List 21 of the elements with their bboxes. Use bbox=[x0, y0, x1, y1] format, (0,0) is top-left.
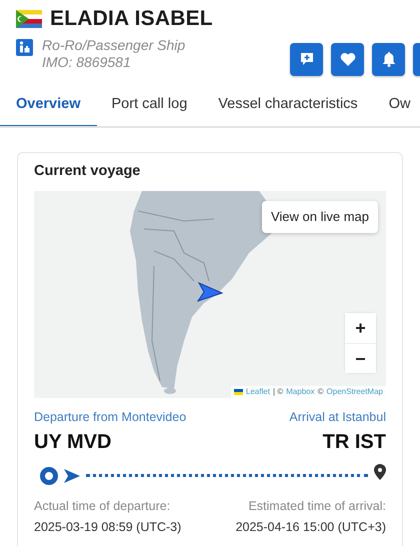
vessel-name: ELADIA ISABEL bbox=[50, 6, 213, 32]
tab[interactable]: Overview bbox=[0, 94, 96, 126]
arrival-label: Arrival at Istanbul bbox=[289, 409, 386, 426]
attribution-text: | © bbox=[272, 386, 284, 398]
imo-number: IMO: 8869581 bbox=[42, 54, 132, 70]
tab[interactable]: Vessel characteristics bbox=[202, 94, 374, 126]
tab[interactable]: Ow bbox=[372, 94, 420, 126]
departure-port-code: UY MVD bbox=[34, 430, 112, 455]
zoom-in-button[interactable]: + bbox=[345, 313, 376, 343]
zoom-out-button[interactable]: − bbox=[345, 343, 376, 373]
arrival-time: 2025-04-16 15:00 (UTC+3) bbox=[236, 518, 386, 536]
card-title: Current voyage bbox=[34, 162, 142, 182]
attribution-text: © bbox=[318, 386, 324, 398]
departure-label: Departure from Montevideo bbox=[34, 409, 186, 426]
arrival-port-code: TR IST bbox=[322, 430, 386, 455]
view-live-map-button[interactable]: View on live map bbox=[262, 201, 378, 232]
arrival-time-label: Estimated time of arrival: bbox=[247, 498, 386, 515]
departure-time-label: Actual time of departure: bbox=[34, 498, 172, 515]
departure-time: 2025-03-19 08:59 (UTC-3) bbox=[34, 518, 182, 536]
tab[interactable]: Port call log bbox=[96, 94, 204, 126]
vessel-type: Ro-Ro/Passenger Ship bbox=[42, 36, 186, 54]
